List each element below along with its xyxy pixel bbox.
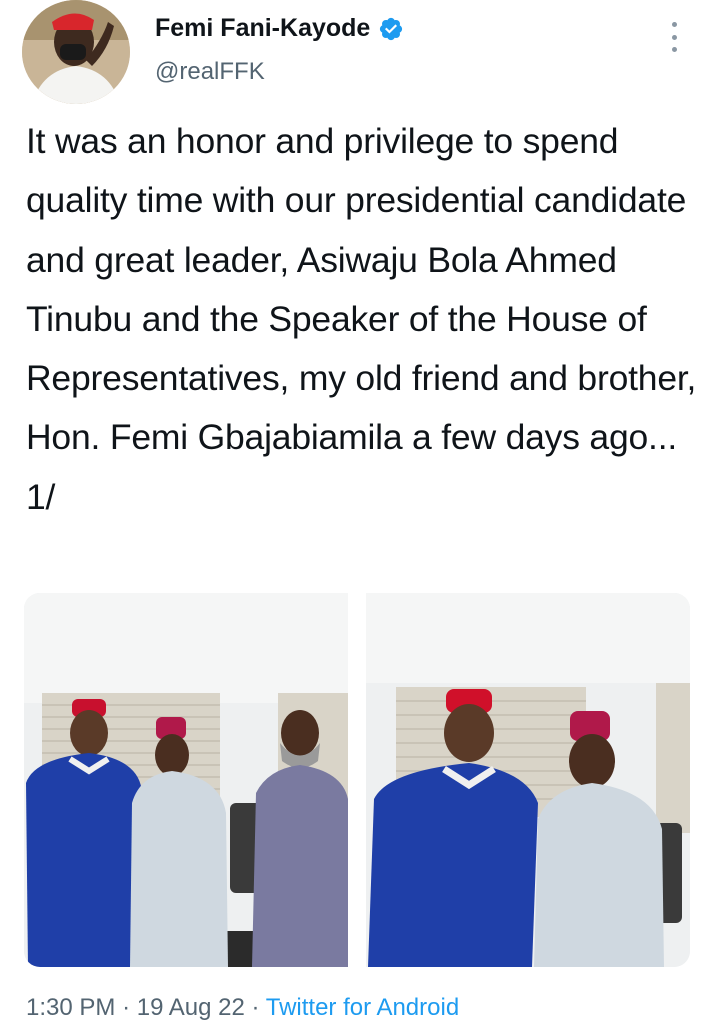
tweet-source-link[interactable]: Twitter for Android [266, 994, 459, 1021]
photo-illustration [366, 593, 690, 967]
verified-badge-icon [380, 17, 403, 40]
author-row[interactable]: Femi Fani-Kayode [155, 14, 404, 43]
more-vertical-icon[interactable] [668, 22, 680, 52]
tweet-date[interactable]: 19 Aug 22 [137, 994, 245, 1021]
tweet-photo-2[interactable] [366, 593, 690, 967]
author-handle[interactable]: @realFFK [155, 58, 265, 86]
tweet-text: It was an honor and privilege to spend q… [26, 121, 697, 517]
author-name[interactable]: Femi Fani-Kayode [155, 14, 370, 43]
meta-separator: · [122, 994, 131, 1021]
avatar[interactable] [22, 0, 130, 104]
tweet-time[interactable]: 1:30 PM [26, 994, 115, 1021]
meta-separator: · [251, 994, 260, 1021]
avatar-photo [22, 0, 130, 104]
tweet-photo-1[interactable] [24, 593, 348, 967]
photo-illustration [24, 593, 348, 967]
tweet-meta: 1:30 PM · 19 Aug 22 · Twitter for Androi… [26, 994, 459, 1022]
